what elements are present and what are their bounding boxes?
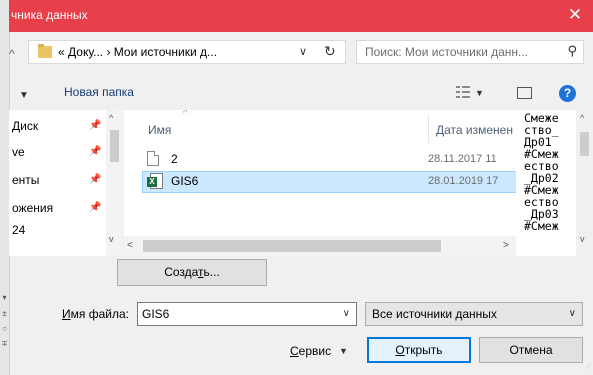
cancel-button[interactable]: Отмена xyxy=(479,337,583,363)
nav-item[interactable]: ожения 📌 xyxy=(9,197,109,219)
file-row-selected[interactable]: X GIS6 28.01.2019 17 xyxy=(142,171,516,193)
new-folder-button[interactable]: Новая папка xyxy=(64,85,134,99)
preview-pane-icon[interactable] xyxy=(517,87,532,99)
dialog-title-bar: чника данных ✕ xyxy=(9,0,593,32)
nav-item-label: ожения xyxy=(12,201,54,215)
scroll-up-icon[interactable]: ^ xyxy=(109,113,113,123)
file-row[interactable]: 2 28.11.2017 11 xyxy=(142,149,516,171)
filename-value: GIS6 xyxy=(142,307,170,321)
edge-mark: ± xyxy=(2,309,7,318)
chevron-down-icon[interactable]: ∨ xyxy=(299,45,307,58)
filename-input[interactable]: GIS6 ∨ xyxy=(137,302,357,326)
service-accel: С xyxy=(290,344,299,358)
open-button[interactable]: Открыть xyxy=(367,337,471,363)
open-accel: О xyxy=(395,343,405,357)
refresh-icon[interactable]: ↻ xyxy=(324,43,336,60)
resize-grip-icon[interactable]: ⋰ xyxy=(585,363,592,370)
scroll-down-icon[interactable]: v xyxy=(109,234,114,244)
folder-icon xyxy=(38,44,52,58)
file-date: 28.01.2019 17 xyxy=(428,175,499,187)
nav-item[interactable]: ve 📌 xyxy=(9,141,109,163)
search-input[interactable]: Поиск: Мои источники данн... ⚲ xyxy=(356,40,584,64)
pin-icon: 📌 xyxy=(89,146,102,157)
view-dropdown-icon[interactable]: ▼ xyxy=(475,88,484,98)
chevron-down-icon[interactable]: ∨ xyxy=(569,308,576,319)
column-separator[interactable] xyxy=(428,116,429,143)
scroll-thumb[interactable] xyxy=(110,130,119,162)
help-icon[interactable]: ? xyxy=(559,85,576,102)
nav-item-label: 24 xyxy=(12,223,26,237)
scroll-left-icon[interactable]: < xyxy=(127,240,133,251)
file-type-value: Все источники данных xyxy=(372,307,497,321)
preview-text: Смеже ство_Др01 #Смеж ество _Др02 #Смеж … xyxy=(524,111,566,233)
edge-mark: ∓ xyxy=(1,339,8,348)
create-button-label-end: ь... xyxy=(203,265,220,279)
file-list: ^ Имя Дата изменен 2 28.11.2017 11 X GIS… xyxy=(124,110,516,256)
edge-mark: ○ xyxy=(2,324,7,333)
service-label: ервис xyxy=(298,344,332,358)
nav-item[interactable]: Диск 📌 xyxy=(9,115,109,137)
address-bar[interactable]: « Доку... › Мои источники д... ∨ ↻ xyxy=(28,40,346,64)
column-header-date[interactable]: Дата изменен xyxy=(436,123,513,137)
filename-label-text: мя файла: xyxy=(70,307,129,321)
open-label: ткрыть xyxy=(404,343,443,357)
service-button[interactable]: Сервис xyxy=(290,344,331,358)
pin-icon: 📌 xyxy=(89,202,102,213)
scroll-up-icon[interactable]: ^ xyxy=(580,113,584,123)
nav-pane-scrollbar[interactable]: ^ v xyxy=(106,110,123,256)
create-button-label: Созда xyxy=(164,265,199,279)
dialog-title: чника данных xyxy=(11,8,88,22)
file-date: 28.11.2017 11 xyxy=(428,153,497,165)
pin-icon: 📌 xyxy=(89,120,102,131)
filename-label-accel: И xyxy=(62,307,71,321)
nav-item[interactable]: енты 📌 xyxy=(9,169,109,191)
column-header-name[interactable]: Имя xyxy=(148,123,171,137)
file-icon xyxy=(147,151,159,166)
create-button[interactable]: Создать... xyxy=(117,259,267,286)
scroll-thumb[interactable] xyxy=(143,240,441,252)
nav-item[interactable]: 24 xyxy=(9,219,109,241)
chevron-down-icon[interactable]: ∨ xyxy=(343,308,350,319)
file-list-horizontal-scrollbar[interactable]: < > xyxy=(124,236,516,256)
service-dropdown-icon[interactable]: ▼ xyxy=(339,346,348,356)
up-arrow-icon[interactable]: ^ xyxy=(9,44,21,64)
edge-mark: ▾ xyxy=(2,293,7,302)
search-icon[interactable]: ⚲ xyxy=(567,43,577,59)
nav-item-label: енты xyxy=(12,173,40,187)
search-placeholder: Поиск: Мои источники данн... xyxy=(365,45,529,59)
spreadsheet-icon: X xyxy=(147,173,163,189)
preview-pane: Смеже ство_Др01 #Смеж ество _Др02 #Смеж … xyxy=(516,110,576,256)
nav-item-label: ve xyxy=(12,145,25,159)
organize-dropdown-icon[interactable]: ▼ xyxy=(19,90,29,101)
file-name: GIS6 xyxy=(171,174,199,188)
view-options-icon[interactable] xyxy=(456,86,470,98)
nav-item-label: Диск xyxy=(12,119,39,133)
pin-icon: 📌 xyxy=(89,174,102,185)
filename-label: Имя файла: xyxy=(62,307,129,321)
breadcrumb[interactable]: « Доку... › Мои источники д... xyxy=(58,45,217,59)
preview-scrollbar[interactable]: ^ v xyxy=(576,110,593,256)
scroll-thumb[interactable] xyxy=(580,132,589,156)
file-name: 2 xyxy=(171,152,178,166)
sort-caret-icon: ^ xyxy=(183,110,188,119)
scroll-right-icon[interactable]: > xyxy=(503,240,509,251)
scroll-down-icon[interactable]: v xyxy=(580,234,585,244)
close-icon[interactable]: ✕ xyxy=(565,5,585,25)
file-type-select[interactable]: Все источники данных ∨ xyxy=(365,302,583,326)
